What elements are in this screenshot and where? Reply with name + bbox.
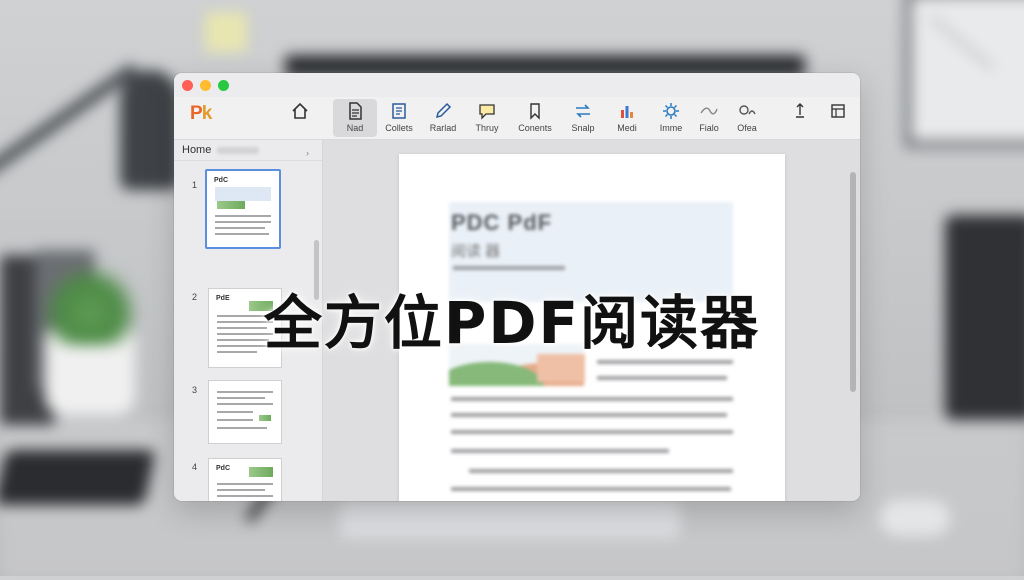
home-icon — [292, 102, 308, 119]
sticky-note — [205, 12, 247, 52]
panel-icon — [831, 104, 845, 118]
wave-icon — [700, 107, 718, 115]
sidebar-title: Home — [182, 144, 212, 156]
keyboard — [340, 500, 680, 538]
bookmark-icon — [530, 103, 540, 120]
thumb-title: PdC — [214, 177, 228, 184]
page-number: 4 — [192, 462, 198, 472]
contents-button[interactable]: Conents — [513, 99, 557, 137]
chart-icon — [621, 106, 633, 118]
sync-button[interactable]: Snalp — [561, 99, 605, 137]
notes-button[interactable]: Collets — [377, 99, 421, 137]
app-logo: Pk — [190, 103, 212, 124]
chevron-icon[interactable]: › — [306, 143, 309, 163]
notes-icon — [392, 103, 406, 119]
media-button[interactable]: Medi — [605, 99, 649, 137]
sidebar-header: Home › — [174, 140, 322, 161]
page-number: 3 — [192, 385, 198, 395]
page-title: PDC PdF — [451, 210, 553, 235]
read-button[interactable]: Nad — [333, 99, 377, 137]
page-thumbnail-1[interactable]: PdC — [205, 169, 281, 249]
close-window-button[interactable] — [182, 80, 193, 91]
wall-frame — [905, 0, 1024, 147]
desk-lamp-arm — [0, 62, 140, 181]
pen-icon — [435, 102, 452, 119]
page-thumbnail-4[interactable]: PdC — [208, 458, 282, 501]
thumb-title: PdC — [216, 465, 230, 472]
panel-toggle-button[interactable] — [816, 99, 860, 137]
share-icon — [796, 103, 804, 118]
sync-icon — [576, 104, 590, 118]
toolbar: Pk Nad Collets Rarlad Thruy Conents Snal… — [174, 97, 860, 140]
home-button[interactable] — [278, 99, 322, 137]
comment-icon — [479, 104, 495, 120]
office-button[interactable]: Ofea — [725, 99, 769, 137]
zoom-window-button[interactable] — [218, 80, 229, 91]
desk-lamp — [120, 70, 180, 190]
sidebar-header-blur — [217, 146, 260, 154]
tablet — [0, 450, 156, 505]
document-icon — [349, 102, 362, 120]
minimize-window-button[interactable] — [200, 80, 211, 91]
page-subtitle: 阅读 器 — [451, 243, 501, 260]
title-bar — [174, 73, 860, 97]
shapes-icon — [739, 105, 756, 115]
gear-icon — [663, 103, 679, 119]
comment-button[interactable]: Thruy — [465, 99, 509, 137]
promo-caption: 全方位PDF阅读器 — [263, 289, 761, 357]
pen-button[interactable]: Rarlad — [421, 99, 465, 137]
page-thumbnail-3[interactable] — [208, 380, 282, 444]
page-number: 1 — [192, 180, 198, 190]
mouse — [880, 500, 950, 536]
